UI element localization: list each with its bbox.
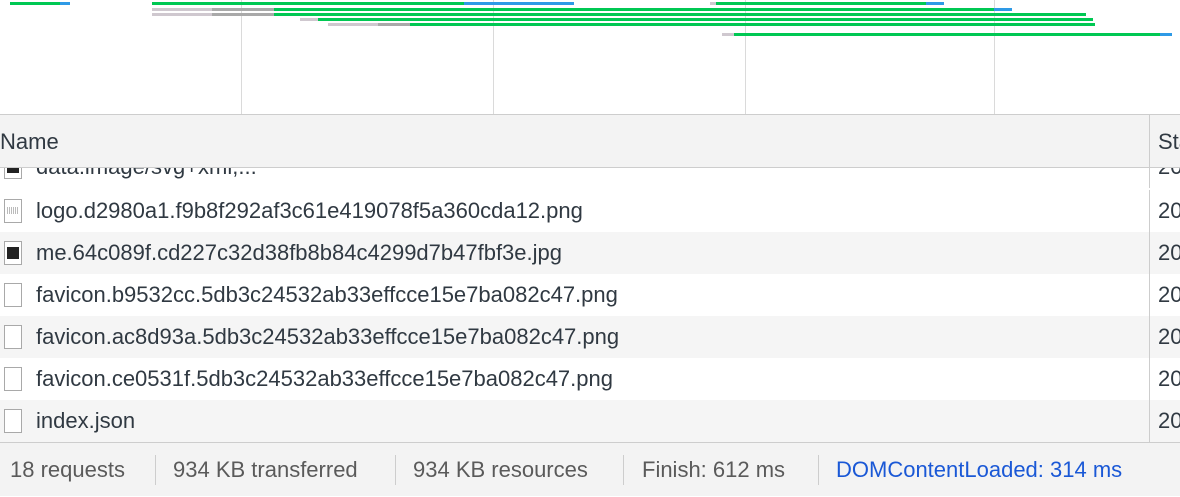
request-status: 200 bbox=[1158, 324, 1180, 349]
request-name: favicon.ce0531f.5db3c24532ab33effcce15e7… bbox=[36, 366, 613, 391]
request-status: 200 bbox=[1158, 408, 1180, 433]
png-image-icon bbox=[4, 199, 22, 223]
column-divider bbox=[1149, 190, 1150, 232]
column-divider bbox=[1149, 274, 1150, 316]
resources-size: 934 KB resources bbox=[413, 457, 588, 482]
request-name: index.json bbox=[36, 408, 136, 433]
request-name: favicon.b9532cc.5db3c24532ab33effcce15e7… bbox=[36, 282, 618, 307]
request-status: 200 bbox=[1158, 198, 1180, 223]
table-row[interactable]: me.64c089f.cd227c32d38fb8b84c4299d7b47fb… bbox=[0, 232, 1180, 274]
table-row[interactable]: favicon.ce0531f.5db3c24532ab33effcce15e7… bbox=[0, 358, 1180, 400]
dom-content-loaded-time: DOMContentLoaded: 314 ms bbox=[836, 457, 1123, 482]
column-header-name[interactable]: Name bbox=[0, 115, 59, 167]
finish-time: Finish: 612 ms bbox=[642, 457, 786, 482]
file-icon bbox=[4, 325, 22, 349]
timeline-gridline bbox=[241, 0, 242, 114]
jpg-image-icon bbox=[4, 241, 22, 265]
waterfall-bar bbox=[152, 2, 574, 5]
request-name: logo.d2980a1.f9b8f292af3c61e419078f5a360… bbox=[36, 198, 583, 223]
table-row[interactable]: favicon.ac8d93a.5db3c24532ab33effcce15e7… bbox=[0, 316, 1180, 358]
request-name: data:image/svg+xml,... bbox=[36, 168, 257, 188]
column-header-status[interactable]: Status bbox=[1158, 115, 1180, 167]
column-divider bbox=[1149, 400, 1150, 442]
file-icon bbox=[4, 409, 22, 433]
table-row[interactable]: index.json 200 bbox=[0, 400, 1180, 442]
waterfall-bar bbox=[300, 18, 1093, 21]
file-icon bbox=[4, 367, 22, 391]
summary-divider bbox=[818, 455, 819, 485]
network-summary-bar: 18 requests 934 KB transferred 934 KB re… bbox=[0, 442, 1180, 496]
summary-divider bbox=[623, 455, 624, 485]
waterfall-bar bbox=[152, 13, 1086, 16]
summary-divider bbox=[395, 455, 396, 485]
summary-divider bbox=[155, 455, 156, 485]
table-row[interactable]: logo.d2980a1.f9b8f292af3c61e419078f5a360… bbox=[0, 190, 1180, 232]
request-status: 200 bbox=[1158, 366, 1180, 391]
table-header: Name Status bbox=[0, 114, 1180, 168]
waterfall-bar bbox=[328, 23, 1095, 26]
column-divider[interactable] bbox=[1149, 115, 1150, 167]
table-row[interactable]: data:image/svg+xml,... 200 bbox=[0, 168, 1180, 188]
request-status: 200 bbox=[1158, 168, 1180, 188]
request-name: me.64c089f.cd227c32d38fb8b84c4299d7b47fb… bbox=[36, 240, 563, 265]
waterfall-bar bbox=[722, 33, 1172, 36]
table-row[interactable]: favicon.b9532cc.5db3c24532ab33effcce15e7… bbox=[0, 274, 1180, 316]
column-divider bbox=[1149, 316, 1150, 358]
waterfall-bar bbox=[152, 8, 1012, 11]
svg-image-icon bbox=[4, 168, 22, 179]
requests-count: 18 requests bbox=[10, 457, 125, 482]
request-status: 200 bbox=[1158, 240, 1180, 265]
file-icon bbox=[4, 283, 22, 307]
request-list: data:image/svg+xml,... 200 logo.d2980a1.… bbox=[0, 168, 1180, 442]
column-divider bbox=[1149, 232, 1150, 274]
request-status: 200 bbox=[1158, 282, 1180, 307]
waterfall-overview[interactable] bbox=[0, 0, 1180, 114]
column-divider bbox=[1149, 168, 1150, 188]
request-name: favicon.ac8d93a.5db3c24532ab33effcce15e7… bbox=[36, 324, 620, 349]
column-divider bbox=[1149, 358, 1150, 400]
transferred-size: 934 KB transferred bbox=[173, 457, 358, 482]
waterfall-bar bbox=[710, 2, 944, 5]
waterfall-bar bbox=[10, 2, 70, 5]
